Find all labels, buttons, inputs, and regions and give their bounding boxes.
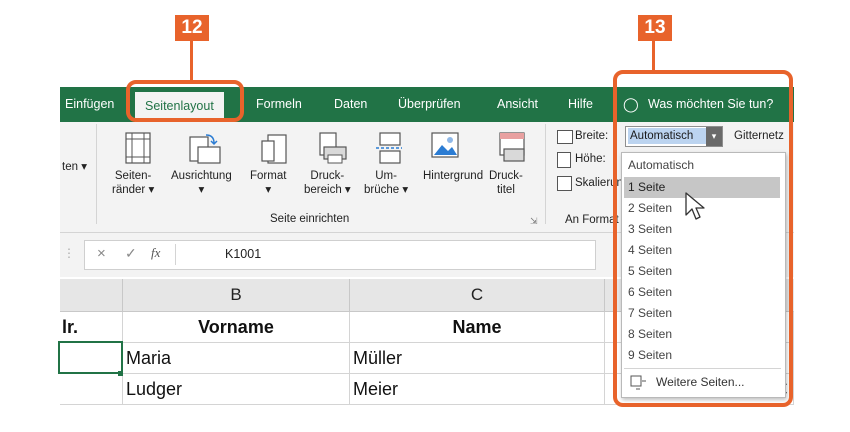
formula-bar: × ✓ fx K1001 xyxy=(84,240,596,270)
highlight-frame-tab xyxy=(126,80,244,122)
orientation-label[interactable]: Ausrichtung ▾ xyxy=(171,169,232,197)
cell-header-c[interactable]: Name xyxy=(350,312,605,343)
function-icon[interactable]: fx xyxy=(151,245,160,261)
cell-header-a[interactable]: lr. xyxy=(60,312,123,343)
cancel-icon[interactable]: × xyxy=(97,245,106,262)
table-cell[interactable]: Ludger xyxy=(123,374,350,405)
group-label-page-setup: Seite einrichten xyxy=(270,213,350,225)
ribbon-separator xyxy=(545,124,546,224)
tab-ueberpruefen[interactable]: Überprüfen xyxy=(398,87,461,122)
background-icon[interactable] xyxy=(430,131,460,161)
print-area-icon[interactable] xyxy=(314,131,348,165)
formula-separator xyxy=(175,244,176,265)
table-cell[interactable] xyxy=(60,374,123,405)
width-label: Breite: xyxy=(575,130,609,142)
tab-hilfe[interactable]: Hilfe xyxy=(568,87,593,122)
callout-line-12 xyxy=(190,41,193,83)
group-label-scale: An Format xyxy=(565,214,619,226)
width-icon xyxy=(557,130,573,144)
ribbon-separator xyxy=(96,124,97,224)
height-icon xyxy=(557,152,571,168)
margins-label[interactable]: Seiten-ränder ▾ xyxy=(112,169,154,197)
table-cell[interactable]: Müller xyxy=(350,343,605,374)
breaks-label[interactable]: Um-brüche ▾ xyxy=(364,169,408,197)
column-header-b[interactable]: B xyxy=(123,279,350,312)
partial-ribbon-label[interactable]: ten ▾ xyxy=(62,160,87,174)
cell-header-b[interactable]: Vorname xyxy=(123,312,350,343)
table-cell[interactable]: Maria xyxy=(123,343,350,374)
print-area-label[interactable]: Druck-bereich ▾ xyxy=(304,169,351,197)
tab-daten[interactable]: Daten xyxy=(334,87,367,122)
background-label[interactable]: Hintergrund xyxy=(423,169,483,183)
formula-handle-icon: ⋮ xyxy=(63,246,75,260)
print-titles-icon[interactable] xyxy=(496,131,528,165)
enter-icon[interactable]: ✓ xyxy=(125,245,137,262)
orientation-icon[interactable] xyxy=(186,131,222,165)
margins-icon[interactable] xyxy=(124,131,152,165)
formula-input[interactable]: K1001 xyxy=(225,247,261,261)
callout-line-13 xyxy=(652,41,655,72)
breaks-icon[interactable] xyxy=(374,131,404,165)
tab-einfuegen[interactable]: Einfügen xyxy=(65,87,114,122)
fill-handle[interactable] xyxy=(118,371,123,376)
dialog-launcher-icon[interactable]: ⇲ xyxy=(530,214,538,228)
callout-badge-13: 13 xyxy=(638,15,672,41)
size-label[interactable]: Format ▾ xyxy=(250,169,286,197)
column-header-c[interactable]: C xyxy=(350,279,605,312)
active-cell-border xyxy=(58,341,123,374)
print-titles-label[interactable]: Druck-titel xyxy=(489,169,523,197)
size-icon[interactable] xyxy=(260,131,290,165)
callout-badge-12: 12 xyxy=(175,15,209,41)
height-label: Höhe: xyxy=(575,153,606,165)
table-cell[interactable]: Meier xyxy=(350,374,605,405)
tab-formeln[interactable]: Formeln xyxy=(256,87,302,122)
scale-icon xyxy=(557,176,572,191)
tab-ansicht[interactable]: Ansicht xyxy=(497,87,538,122)
column-header-a[interactable] xyxy=(60,279,123,312)
highlight-frame-dropdown xyxy=(613,70,793,407)
